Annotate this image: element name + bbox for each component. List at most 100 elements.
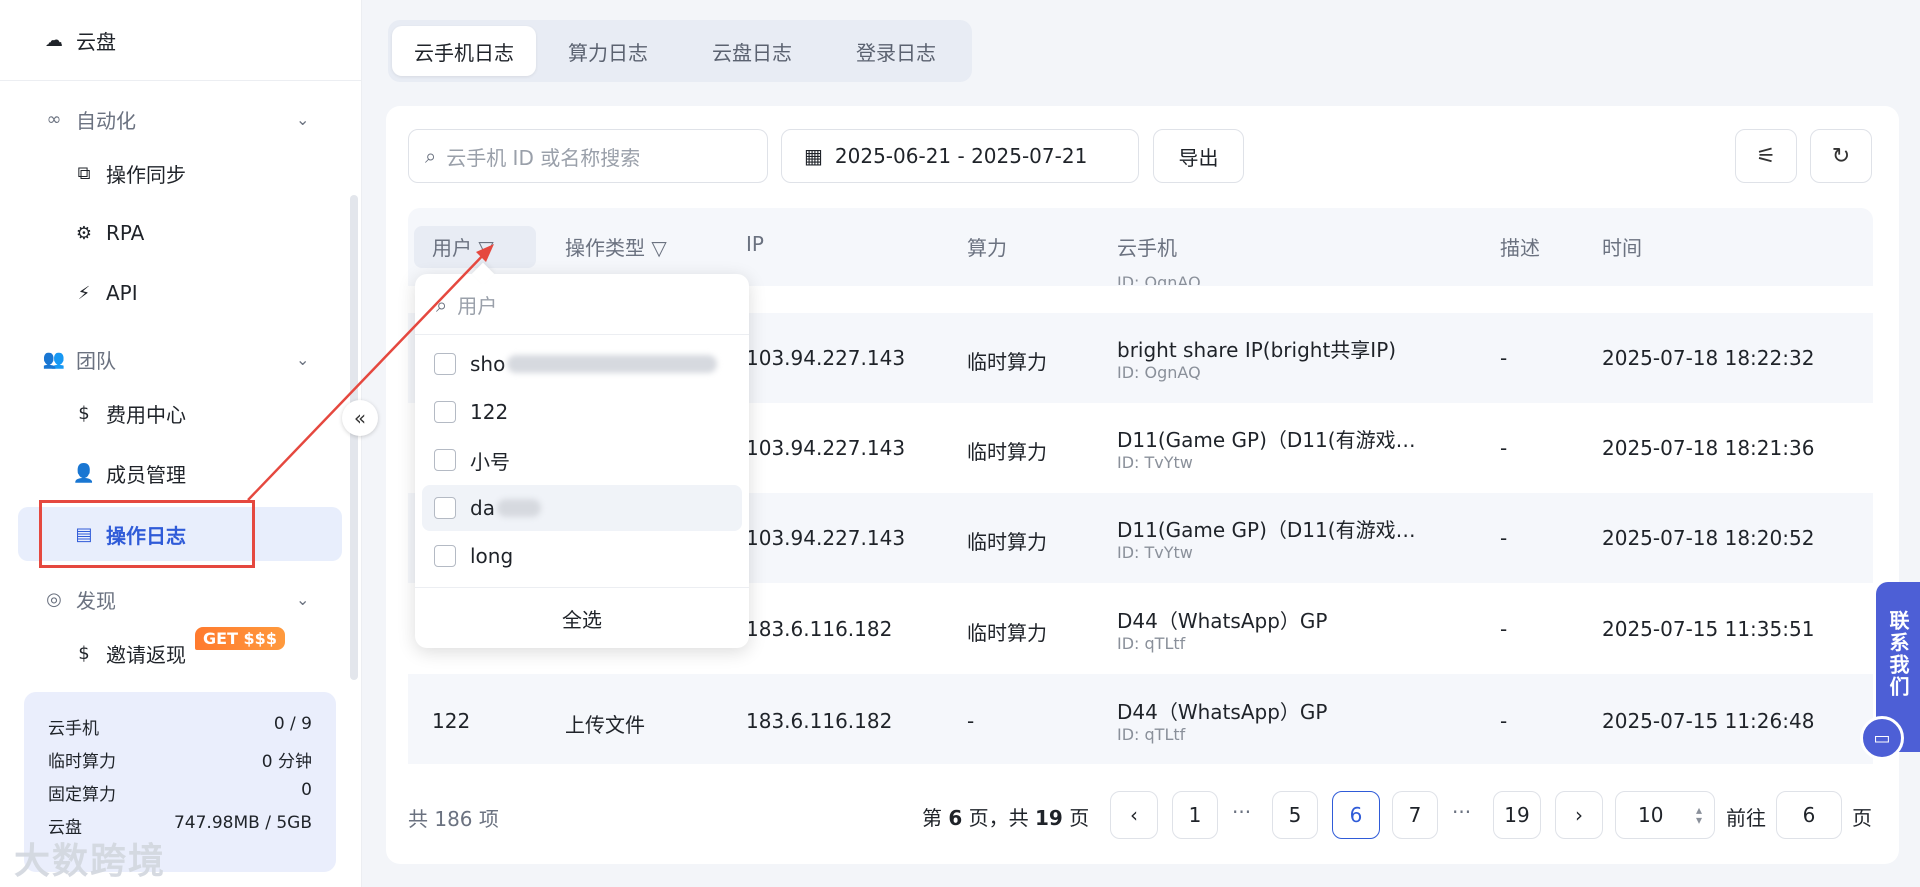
filter-icon[interactable]: ▽ [478, 236, 493, 260]
cell-power: 临时算力 [967, 530, 1047, 554]
column-header-operation-type[interactable]: 操作类型 ▽ [565, 232, 667, 261]
filter-option[interactable]: da [422, 485, 742, 531]
cloud-icon: ☁ [45, 29, 63, 51]
sidebar-item-billing[interactable]: $ 费用中心 [0, 391, 362, 435]
page-info-text: 页 [1062, 806, 1090, 830]
filter-icon[interactable]: ▽ [651, 236, 666, 260]
filter-option[interactable]: 小号 [432, 437, 742, 483]
goto-suffix: 页 [1852, 806, 1872, 830]
cell-phone-id: ID: TvYtw [1117, 453, 1193, 472]
sidebar-divider [0, 80, 362, 81]
sidebar-section-team[interactable]: 👥 团队 ⌄ [0, 337, 362, 381]
column-settings-button[interactable]: ⚟ [1735, 129, 1797, 183]
cell-phone-id: ID: OgnAQ [1117, 363, 1201, 382]
redacted-text [507, 355, 718, 373]
page-button-current[interactable]: 6 [1332, 791, 1380, 839]
cell-ip: 183.6.116.182 [746, 617, 893, 641]
search-input[interactable]: ⌕ 云手机 ID 或名称搜索 [408, 129, 768, 183]
filter-option[interactable]: sho [432, 341, 742, 387]
sidebar-item-label: RPA [106, 221, 145, 245]
partial-row-phone-id: ID: OgnAQ [1117, 273, 1201, 285]
tab-login-log[interactable]: 登录日志 [824, 26, 968, 76]
checkbox[interactable] [434, 497, 456, 519]
user-filter-search-input[interactable]: ⌕ 用户 [436, 290, 497, 319]
cell-power: 临时算力 [967, 440, 1047, 464]
cell-ip: 103.94.227.143 [746, 436, 906, 460]
page-button[interactable]: 5 [1272, 791, 1318, 839]
stat-row: 临时算力 0 分钟 [48, 747, 312, 780]
robot-icon: ⚙ [75, 222, 93, 244]
sidebar-item-label: API [106, 281, 138, 305]
checkbox[interactable] [434, 401, 456, 423]
updown-icon: ▴ ▾ [1695, 803, 1702, 827]
chat-icon[interactable]: ▭ [1860, 716, 1904, 760]
column-header-user[interactable]: 用户 ▽ [432, 232, 494, 261]
dollar-circle-icon: $ [78, 402, 90, 424]
users-icon: 👥 [42, 348, 66, 370]
cell-power: - [967, 709, 975, 733]
sidebar-item-rpa[interactable]: ⚙ RPA [0, 211, 362, 255]
cell-ip: 103.94.227.143 [746, 346, 906, 370]
plug-icon: ⚡ [77, 282, 91, 304]
cell-time: 2025-07-18 18:21:36 [1602, 436, 1815, 460]
watermark: 大数跨境 [14, 841, 167, 882]
page-info-current: 6 [948, 806, 963, 830]
page-ellipsis[interactable]: ··· [1232, 800, 1251, 824]
sidebar-item-label: 操作同步 [106, 162, 186, 187]
chevron-left-icon: ‹ [1130, 803, 1138, 827]
page-button[interactable]: 7 [1392, 791, 1438, 839]
chevron-down-icon: ⌄ [296, 109, 310, 129]
page-ellipsis[interactable]: ··· [1452, 800, 1471, 824]
date-range-picker[interactable]: ▦ 2025-06-21 - 2025-07-21 [781, 129, 1139, 183]
collapse-sidebar-icon[interactable]: « [342, 400, 378, 436]
search-icon: ⌕ [436, 292, 448, 317]
chevron-down-icon: ⌄ [296, 589, 310, 609]
cell-phone: D11(Game GP)（D11(有游戏… [1117, 428, 1416, 452]
column-header-time: 时间 [1602, 236, 1642, 260]
sidebar-section-discover[interactable]: ◎ 发现 ⌄ [0, 577, 362, 621]
sidebar-item-operation-sync[interactable]: ⧉ 操作同步 [0, 151, 362, 195]
checkbox[interactable] [434, 449, 456, 471]
sidebar-section-label: 发现 [76, 588, 116, 613]
next-page-button[interactable]: › [1555, 791, 1603, 839]
popup-divider [415, 334, 749, 335]
prev-page-button[interactable]: ‹ [1110, 791, 1158, 839]
tab-power-log[interactable]: 算力日志 [536, 26, 680, 76]
cell-phone-id: ID: TvYtw [1117, 543, 1193, 562]
sidebar-item-cloud-disk[interactable]: ☁ 云盘 [0, 18, 362, 62]
compass-icon: ◎ [46, 588, 62, 610]
sidebar-section-automation[interactable]: ∞ 自动化 ⌄ [0, 97, 362, 141]
layers-icon: ⧉ [77, 162, 91, 184]
filter-option-label: 小号 [470, 449, 510, 474]
checkbox[interactable] [434, 545, 456, 567]
sidebar-item-referral[interactable]: $ 邀请返现 [0, 631, 362, 675]
cell-phone-id: ID: qTLtf [1117, 725, 1186, 744]
filter-option-label: da [470, 496, 495, 520]
calendar-icon: ▦ [804, 144, 823, 168]
stat-value: 0 [301, 780, 312, 800]
column-header-ip: IP [746, 232, 764, 256]
stat-value: 747.98MB / 5GB [173, 813, 312, 833]
sidebar-item-members[interactable]: 👤 成员管理 [0, 451, 362, 495]
filter-option[interactable]: long [432, 533, 742, 579]
log-tabs: 云手机日志 算力日志 云盘日志 登录日志 [388, 20, 972, 82]
tab-phone-log[interactable]: 云手机日志 [392, 26, 536, 76]
page-info: 第 6 页，共 19 页 [922, 802, 1089, 831]
page-size-select[interactable]: 10 ▴ ▾ [1615, 791, 1715, 839]
refresh-button[interactable]: ↻ [1810, 129, 1872, 183]
page-button[interactable]: 19 [1493, 791, 1541, 839]
goto-page-input[interactable]: 6 [1776, 791, 1842, 839]
cell-phone: D44（WhatsApp）GP [1117, 609, 1328, 633]
checkbox[interactable] [434, 353, 456, 375]
sidebar-item-api[interactable]: ⚡ API [0, 271, 362, 315]
tab-disk-log[interactable]: 云盘日志 [680, 26, 824, 76]
export-button[interactable]: 导出 [1153, 129, 1244, 183]
column-label: 用户 [432, 236, 472, 260]
sidebar-scrollbar[interactable] [350, 195, 358, 680]
select-all-button[interactable]: 全选 [415, 604, 749, 633]
page-button[interactable]: 1 [1172, 791, 1218, 839]
cell-operation-type: 上传文件 [565, 713, 645, 737]
filter-option[interactable]: 122 [432, 389, 742, 435]
cell-description: - [1500, 346, 1508, 370]
dollar-icon: $ [78, 642, 90, 664]
